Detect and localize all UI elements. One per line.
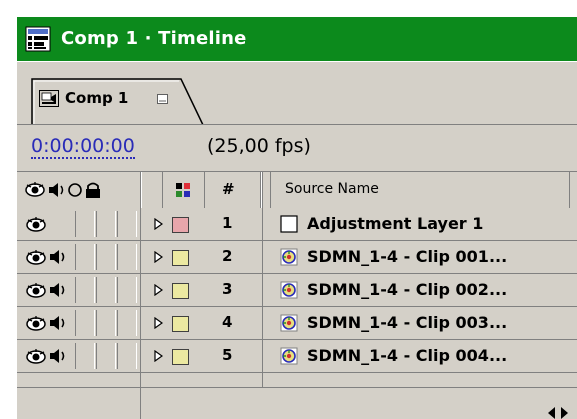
speaker-icon[interactable] <box>49 314 69 332</box>
window-title: Comp 1 · Timeline <box>61 28 247 49</box>
layer-row-3[interactable]: 3 SDMN_1-4 - Clip 002... <box>17 274 577 307</box>
layer-row-4[interactable]: 4 SDMN_1-4 - Clip 003... <box>17 307 577 340</box>
composition-icon <box>39 90 59 107</box>
label-color-icon[interactable] <box>175 182 191 198</box>
lock-switch[interactable] <box>96 211 116 237</box>
solid-layer-icon <box>280 215 298 233</box>
layer-number-header[interactable]: # <box>222 180 235 198</box>
expand-triangle-icon[interactable] <box>154 317 163 329</box>
speaker-icon[interactable] <box>49 347 69 365</box>
footage-icon <box>280 314 298 332</box>
label-color-swatch[interactable] <box>172 283 189 299</box>
layer-source-name[interactable]: SDMN_1-4 - Clip 001... <box>307 247 507 266</box>
solo-switch[interactable] <box>75 211 95 237</box>
av-switches <box>17 340 137 372</box>
lock-switch[interactable] <box>96 244 116 270</box>
layer-number: 4 <box>222 313 233 331</box>
expand-triangle-icon[interactable] <box>154 218 163 230</box>
extra-switch[interactable] <box>117 277 137 303</box>
column-divider <box>140 171 141 419</box>
tab-label: Comp 1 <box>65 89 129 107</box>
expand-triangle-icon[interactable] <box>154 284 163 296</box>
layer-number: 2 <box>222 247 233 265</box>
header-divider[interactable] <box>204 172 205 208</box>
layer-source-name[interactable]: SDMN_1-4 - Clip 002... <box>307 280 507 299</box>
label-color-swatch[interactable] <box>172 250 189 266</box>
av-switches <box>17 274 137 306</box>
eye-icon[interactable] <box>25 249 47 265</box>
label-color-swatch[interactable] <box>172 217 189 233</box>
layer-row-1[interactable]: 1 Adjustment Layer 1 <box>17 208 577 241</box>
timeline-window-icon <box>25 26 51 52</box>
tab-bar: Comp 1 <box>17 69 577 125</box>
eye-icon[interactable] <box>25 282 47 298</box>
solo-switch[interactable] <box>75 343 95 369</box>
source-name-header[interactable]: Source Name <box>285 181 379 197</box>
layer-number: 1 <box>222 214 233 232</box>
speaker-icon[interactable] <box>49 248 69 266</box>
av-features-header[interactable] <box>25 181 143 199</box>
title-bar[interactable]: Comp 1 · Timeline <box>17 17 577 61</box>
lock-switch[interactable] <box>96 310 116 336</box>
speaker-icon <box>49 183 64 197</box>
solo-switch[interactable] <box>75 310 95 336</box>
av-switches <box>17 208 137 240</box>
layer-number: 5 <box>222 346 233 364</box>
layer-row-2[interactable]: 2 SDMN_1-4 - Clip 001... <box>17 241 577 274</box>
layer-source-name[interactable]: Adjustment Layer 1 <box>307 214 483 233</box>
frame-rate: (25,00 fps) <box>207 135 311 157</box>
lock-switch[interactable] <box>96 277 116 303</box>
header-divider[interactable] <box>162 172 163 208</box>
extra-switch[interactable] <box>117 310 137 336</box>
footage-icon <box>280 347 298 365</box>
current-time-display[interactable]: 0:00:00:00 <box>31 135 135 159</box>
footer-divider <box>140 388 141 419</box>
layer-number: 3 <box>222 280 233 298</box>
header-divider-highlight <box>141 172 142 208</box>
av-switches <box>17 307 137 339</box>
layer-source-name[interactable]: SDMN_1-4 - Clip 004... <box>307 346 507 365</box>
expand-triangle-icon[interactable] <box>154 350 163 362</box>
av-switches <box>17 241 137 273</box>
solo-icon <box>68 183 82 197</box>
eye-icon[interactable] <box>25 216 47 232</box>
column-divider <box>262 171 263 419</box>
footage-icon <box>280 281 298 299</box>
header-divider[interactable] <box>569 172 570 208</box>
extra-switch[interactable] <box>117 244 137 270</box>
speaker-icon[interactable] <box>49 281 69 299</box>
extra-switch[interactable] <box>117 343 137 369</box>
label-color-swatch[interactable] <box>172 316 189 332</box>
footage-icon <box>280 248 298 266</box>
eye-icon <box>25 182 45 197</box>
column-header-row: # Source Name <box>17 171 577 209</box>
extra-switch[interactable] <box>117 211 137 237</box>
timeline-window: Comp 1 · Timeline Comp 1 0:00:00:00 (25,… <box>17 17 577 419</box>
header-divider <box>270 172 271 208</box>
timecode-bar: 0:00:00:00 (25,00 fps) <box>17 125 577 171</box>
layer-source-name[interactable]: SDMN_1-4 - Clip 003... <box>307 313 507 332</box>
lock-icon <box>86 182 100 198</box>
expand-triangle-icon[interactable] <box>154 251 163 263</box>
solo-switch[interactable] <box>75 277 95 303</box>
eye-icon[interactable] <box>25 348 47 364</box>
label-color-swatch[interactable] <box>172 349 189 365</box>
horizontal-scroll-arrows-icon[interactable] <box>547 406 569 419</box>
solo-switch[interactable] <box>75 244 95 270</box>
layer-row-5[interactable]: 5 SDMN_1-4 - Clip 004... <box>17 340 577 373</box>
timeline-footer <box>17 387 577 419</box>
eye-icon[interactable] <box>25 315 47 331</box>
lock-switch[interactable] <box>96 343 116 369</box>
tab-menu-icon[interactable] <box>157 94 168 104</box>
tab-comp-1[interactable]: Comp 1 <box>31 77 204 125</box>
